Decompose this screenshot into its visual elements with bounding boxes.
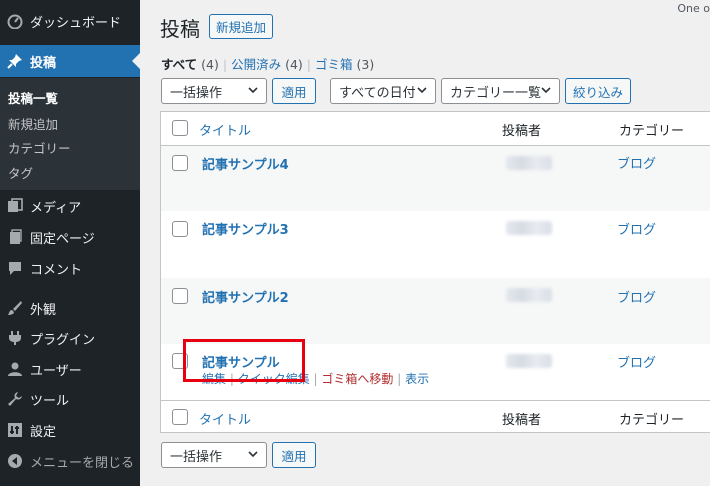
post-title-link[interactable]: 記事サンプル	[202, 352, 280, 371]
column-author-header: 投稿者	[502, 124, 542, 139]
menu-tools[interactable]: ツール	[0, 383, 140, 415]
page-title: 投稿	[160, 17, 200, 41]
wrench-icon	[6, 390, 24, 408]
row-actions: 編集 | クイック編集 | ゴミ箱へ移動 | 表示	[202, 372, 430, 386]
bulk-action-value-bottom: 一括操作	[170, 449, 223, 465]
table-row: 記事サンプル3 ブログ	[161, 211, 710, 278]
chevron-down-icon	[417, 87, 427, 94]
menu-appearance[interactable]: 外観	[0, 292, 140, 324]
menu-comments[interactable]: コメント	[0, 252, 140, 284]
chevron-down-icon	[248, 87, 258, 94]
filter-trash[interactable]: ゴミ箱 (3)	[315, 57, 374, 72]
table-row: 記事サンプル4 ブログ	[161, 146, 710, 211]
menu-comments-label: コメント	[30, 262, 83, 278]
column-title-footer[interactable]: タイトル	[199, 409, 251, 428]
table-header: タイトル 投稿者 カテゴリー	[161, 112, 710, 146]
plugin-icon	[6, 329, 24, 347]
user-icon	[6, 360, 24, 378]
category-filter-value: カテゴリー一覧	[450, 85, 542, 101]
category-link[interactable]: ブログ	[617, 352, 656, 371]
main-content: One o 投稿 新規追加 すべて (4) | 公開済み (4) | ゴミ箱 (3) 一…	[140, 0, 710, 486]
menu-appearance-label: 外観	[30, 302, 57, 318]
submenu-categories[interactable]: カテゴリー	[8, 138, 71, 157]
menu-media-label: メディア	[30, 200, 82, 216]
filter-button[interactable]: 絞り込み	[565, 78, 631, 104]
bulk-action-select-bottom[interactable]: 一括操作	[161, 442, 267, 468]
menu-tools-label: ツール	[30, 393, 70, 409]
menu-users-label: ユーザー	[30, 363, 82, 379]
menu-settings-label: 設定	[30, 424, 57, 440]
paintbrush-icon	[6, 299, 24, 317]
author-name-blurred	[506, 288, 552, 302]
collapse-menu-button[interactable]: メニューを閉じる	[0, 445, 140, 477]
apply-button-bottom[interactable]: 適用	[272, 442, 316, 468]
pushpin-icon	[6, 52, 24, 70]
post-title-link[interactable]: 記事サンプル4	[202, 154, 289, 173]
post-title-link[interactable]: 記事サンプル2	[202, 287, 289, 306]
author-name-blurred	[506, 156, 552, 170]
apply-button-top[interactable]: 適用	[272, 78, 316, 104]
post-title-link[interactable]: 記事サンプル3	[202, 219, 289, 238]
column-author-footer: 投稿者	[502, 413, 542, 428]
menu-plugins-label: プラグイン	[30, 332, 96, 348]
menu-users[interactable]: ユーザー	[0, 353, 140, 385]
submenu-all-posts[interactable]: 投稿一覧	[8, 88, 58, 107]
select-all-checkbox[interactable]	[172, 120, 188, 136]
table-row: 記事サンプル ブログ 編集 | クイック編集 | ゴミ箱へ移動 | 表示	[161, 344, 710, 400]
menu-plugins[interactable]: プラグイン	[0, 322, 140, 354]
collapse-menu-label: メニューを閉じる	[30, 455, 135, 471]
row-checkbox[interactable]	[172, 221, 188, 237]
bulk-action-value: 一括操作	[170, 85, 223, 101]
posts-table: タイトル 投稿者 カテゴリー 記事サンプル4 ブログ 記事サンプル3 ブログ 記…	[160, 111, 710, 433]
author-name-blurred	[506, 354, 552, 368]
menu-posts-label: 投稿	[30, 55, 57, 71]
table-row: 記事サンプル2 ブログ	[161, 278, 710, 344]
menu-dashboard[interactable]: ダッシュボード	[0, 5, 140, 37]
column-categories-header: カテゴリー	[619, 124, 685, 139]
submenu-add-new[interactable]: 新規追加	[8, 114, 58, 133]
screen-options-link[interactable]: One o	[677, 2, 710, 15]
dashboard-icon	[6, 12, 24, 30]
comment-icon	[6, 259, 24, 277]
category-link[interactable]: ブログ	[617, 219, 656, 238]
category-link[interactable]: ブログ	[617, 153, 656, 172]
date-filter-select[interactable]: すべての日付	[330, 78, 436, 104]
column-title-header[interactable]: タイトル	[199, 120, 251, 139]
date-filter-value: すべての日付	[339, 85, 416, 101]
menu-posts[interactable]: 投稿	[0, 45, 140, 77]
admin-sidebar: ダッシュボード 投稿 投稿一覧 新規追加 カテゴリー タグ メディア 固定ページ…	[0, 0, 140, 486]
select-all-checkbox-bottom[interactable]	[172, 409, 188, 425]
submenu-tags[interactable]: タグ	[8, 163, 33, 182]
chevron-down-icon	[541, 87, 551, 94]
table-footer: タイトル 投稿者 カテゴリー	[161, 400, 710, 434]
row-checkbox[interactable]	[172, 155, 188, 171]
status-filter-links: すべて (4) | 公開済み (4) | ゴミ箱 (3)	[161, 57, 375, 72]
settings-icon	[6, 421, 24, 439]
media-icon	[6, 197, 24, 215]
menu-media[interactable]: メディア	[0, 190, 140, 222]
menu-pages[interactable]: 固定ページ	[0, 221, 140, 253]
filter-published[interactable]: 公開済み (4)	[231, 57, 303, 72]
add-new-post-button[interactable]: 新規追加	[209, 14, 274, 39]
column-categories-footer: カテゴリー	[619, 413, 685, 428]
filter-all[interactable]: すべて (4)	[161, 57, 219, 72]
view-link[interactable]: 表示	[405, 372, 429, 386]
category-filter-select[interactable]: カテゴリー一覧	[441, 78, 560, 104]
quick-edit-link[interactable]: クイック編集	[238, 372, 310, 386]
row-checkbox[interactable]	[172, 288, 188, 304]
category-link[interactable]: ブログ	[617, 287, 656, 306]
row-checkbox[interactable]	[172, 353, 188, 369]
posts-submenu: 投稿一覧 新規追加 カテゴリー タグ	[0, 78, 140, 190]
collapse-arrow-icon	[6, 452, 24, 470]
author-name-blurred	[506, 221, 552, 235]
bulk-action-select-top[interactable]: 一括操作	[161, 78, 267, 104]
menu-dashboard-label: ダッシュボード	[30, 15, 122, 31]
edit-link[interactable]: 編集	[202, 372, 226, 386]
pages-icon	[6, 228, 24, 246]
trash-link[interactable]: ゴミ箱へ移動	[321, 372, 393, 386]
menu-pages-label: 固定ページ	[30, 231, 95, 247]
chevron-down-icon	[248, 451, 258, 458]
menu-settings[interactable]: 設定	[0, 414, 140, 446]
